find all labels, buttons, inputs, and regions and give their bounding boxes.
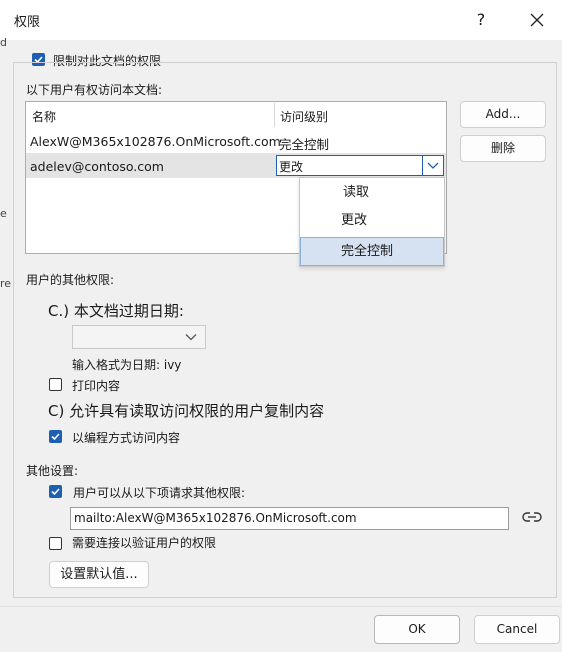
- ok-button[interactable]: OK: [374, 615, 460, 644]
- cancel-button[interactable]: Cancel: [474, 615, 560, 644]
- access-level-dropdown-value: 更改: [279, 160, 304, 174]
- print-label: 打印内容: [72, 379, 121, 393]
- chevron-down-icon[interactable]: [184, 330, 198, 347]
- delete-button[interactable]: 删除: [460, 135, 546, 162]
- option-label: 更改: [341, 213, 368, 228]
- copy-permission-label: C) 允许具有读取访问权限的用户复制内容: [48, 402, 325, 420]
- column-header-name[interactable]: 名称: [32, 108, 56, 125]
- other-permissions-label: 用户的其他权限:: [26, 273, 115, 287]
- background-fragment: e: [0, 207, 7, 220]
- close-icon[interactable]: [524, 8, 550, 32]
- print-checkbox[interactable]: [49, 378, 62, 391]
- column-header-access-level[interactable]: 访问级别: [280, 108, 328, 125]
- dropdown-option[interactable]: 读取: [300, 179, 444, 207]
- background-fragment: re: [0, 277, 12, 290]
- users-section-label: 以下用户有权访问本文档:: [26, 83, 163, 97]
- request-email-field[interactable]: mailto:AlexW@M365x102876.OnMicrosoft.com: [70, 507, 509, 530]
- verify-connection-checkbox[interactable]: [49, 537, 62, 550]
- access-level: 完全控制: [279, 137, 330, 152]
- add-button[interactable]: Add...: [460, 101, 546, 128]
- footer-divider: [0, 606, 562, 607]
- dropdown-option-selected[interactable]: 完全控制: [300, 237, 444, 266]
- other-settings-label: 其他设置:: [26, 464, 79, 478]
- user-name: AlexW@M365x102876.OnMicrosoft.com: [30, 134, 281, 149]
- help-button[interactable]: ?: [468, 8, 494, 32]
- option-label: 读取: [343, 185, 370, 200]
- programmatic-access-checkbox[interactable]: [49, 430, 62, 443]
- request-permission-checkbox[interactable]: [49, 485, 62, 498]
- user-name: adelev@contoso.com: [30, 159, 164, 174]
- programmatic-access-label: 以编程方式访问内容: [72, 431, 181, 445]
- date-format-hint: 输入格式为日期: ivy: [72, 358, 182, 372]
- verify-connection-label: 需要连接以验证用户的权限: [72, 536, 217, 550]
- dropdown-option[interactable]: 更改: [300, 207, 444, 235]
- dialog-title: 权限: [14, 15, 41, 30]
- link-icon[interactable]: [521, 509, 543, 528]
- chevron-down-icon[interactable]: [422, 156, 443, 175]
- option-label: 完全控制: [341, 244, 394, 259]
- column-separator: [274, 103, 275, 127]
- access-level-options: 读取 更改 完全控制: [299, 177, 445, 267]
- background-fragment: d: [0, 36, 7, 49]
- set-defaults-button[interactable]: 设置默认值...: [49, 561, 149, 588]
- request-permission-label: 用户可以从以下项请求其他权限:: [73, 486, 246, 500]
- expire-label: C.) 本文档过期日期:: [48, 302, 184, 320]
